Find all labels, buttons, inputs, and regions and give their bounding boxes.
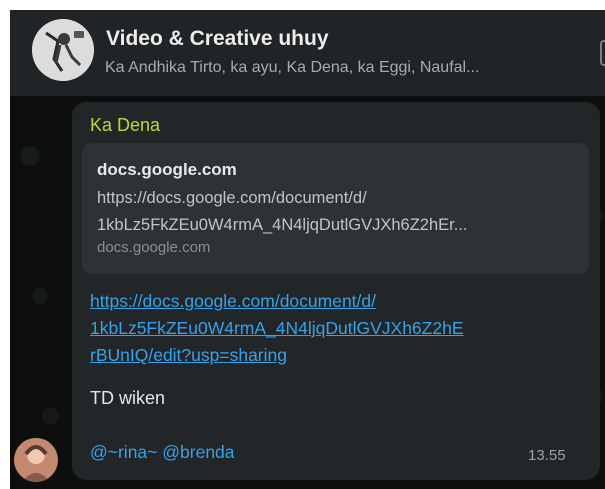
mention-link[interactable]: @brenda (162, 442, 234, 462)
mention-link[interactable]: @~rina~ (90, 442, 157, 462)
group-title: Video & Creative uhuy (106, 27, 329, 50)
header-action-icon[interactable] (600, 40, 605, 66)
preview-url: https://docs.google.com/document/d/ 1kbL… (97, 185, 577, 239)
group-members: Ka Andhika Tirto, ka ayu, Ka Dena, ka Eg… (105, 59, 480, 76)
group-avatar[interactable] (32, 19, 94, 81)
preview-domain: docs.google.com (97, 160, 237, 179)
message-link-line[interactable]: rBUnIQ/edit?usp=sharing (90, 342, 590, 369)
message-sender[interactable]: Ka Dena (90, 115, 160, 136)
message-time: 13.55 (528, 447, 566, 464)
message-link-line[interactable]: https://docs.google.com/document/d/ (90, 288, 590, 315)
sender-avatar[interactable] (14, 438, 58, 482)
preview-site: docs.google.com (97, 239, 211, 256)
chat-window: Video & Creative uhuy Ka Andhika Tirto, … (10, 10, 605, 489)
sender-avatar-image (14, 438, 58, 482)
message-mentions: @~rina~ @brenda (90, 442, 235, 463)
message-bubble[interactable]: Ka Dena docs.google.com https://docs.goo… (72, 102, 600, 480)
group-avatar-image (32, 19, 94, 81)
link-preview-card[interactable]: docs.google.com https://docs.google.com/… (82, 143, 589, 274)
preview-url-line: 1kbLz5FkZEu0W4rmA_4N4ljqDutlGVJXh6Z2hEr.… (97, 216, 468, 234)
message-link-line[interactable]: 1kbLz5FkZEu0W4rmA_4N4ljqDutlGVJXh6Z2hE (90, 315, 590, 342)
chat-header[interactable]: Video & Creative uhuy Ka Andhika Tirto, … (10, 10, 605, 96)
preview-url-line: https://docs.google.com/document/d/ (97, 189, 367, 207)
message-text: TD wiken (90, 388, 166, 408)
message-link[interactable]: https://docs.google.com/document/d/ 1kbL… (90, 288, 590, 369)
